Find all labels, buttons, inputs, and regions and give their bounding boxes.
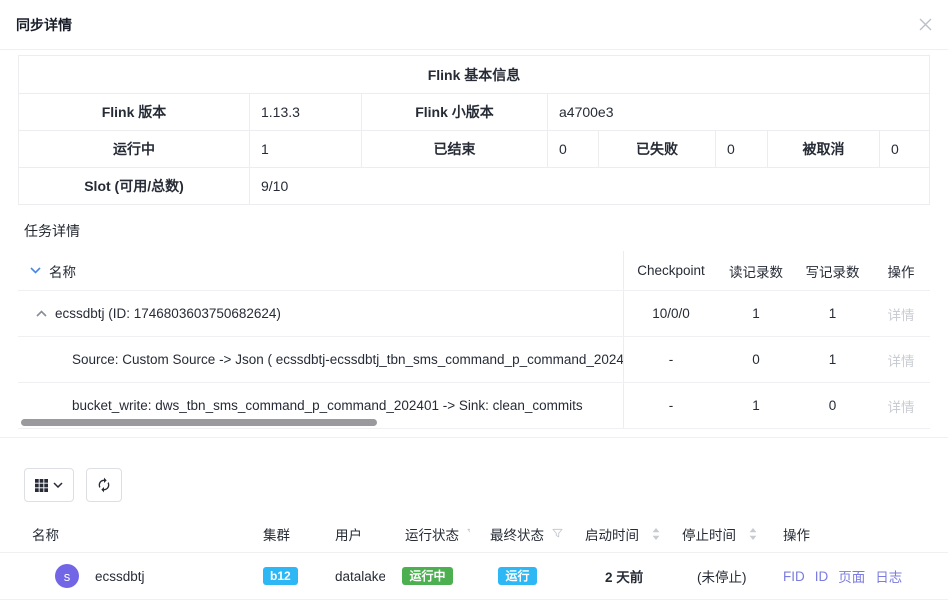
task-col-name: 名称 <box>49 261 76 281</box>
flink-version-label: Flink 版本 <box>19 94 249 130</box>
running-label: 运行中 <box>19 131 249 167</box>
job-col-final-status: 最终状态 <box>470 524 565 544</box>
detail-link[interactable]: 详情 <box>871 350 931 370</box>
task-read-count: 0 <box>718 352 794 367</box>
flink-minor-version-value: a4700e3 <box>547 94 929 130</box>
id-link[interactable]: ID <box>815 569 829 584</box>
chevron-down-icon <box>53 482 63 488</box>
task-name-header-cell: 名称 <box>18 251 623 290</box>
fid-link[interactable]: FID <box>783 569 805 584</box>
filter-icon[interactable] <box>552 528 563 539</box>
job-name: ecssdbtj <box>95 569 145 584</box>
flink-minor-version-label: Flink 小版本 <box>361 94 547 130</box>
sort-icon[interactable] <box>749 528 757 540</box>
job-table-header: 名称 集群 用户 运行状态 最终状态 启动时间 <box>0 515 948 553</box>
failed-value: 0 <box>715 131 767 167</box>
slot-label: Slot (可用/总数) <box>19 168 249 204</box>
failed-label: 已失败 <box>598 131 715 167</box>
flink-info-table: Flink 基本信息 Flink 版本 1.13.3 Flink 小版本 a47… <box>18 55 930 205</box>
refresh-button[interactable] <box>86 468 122 502</box>
table-row: s ecssdbtj b12 datalake 运行中 运行 2 天前 (未停止… <box>0 553 948 600</box>
finished-label: 已结束 <box>361 131 547 167</box>
slot-row: Slot (可用/总数) 9/10 <box>19 167 929 204</box>
task-table-header: 名称 Checkpoint 读记录数 写记录数 操作 <box>18 251 930 291</box>
task-checkpoint: 10/0/0 <box>624 306 718 321</box>
refresh-icon <box>96 477 112 493</box>
column-settings-button[interactable] <box>24 468 74 502</box>
job-col-name: 名称 <box>0 524 243 544</box>
toolbar <box>24 468 948 502</box>
job-user: datalake <box>315 569 385 584</box>
task-checkpoint: - <box>624 398 718 413</box>
task-read-count: 1 <box>718 306 794 321</box>
avatar: s <box>55 564 79 588</box>
flink-status-row: 运行中 1 已结束 0 已失败 0 被取消 0 <box>19 130 929 167</box>
task-name: Source: Custom Source -> Json ( ecssdbtj… <box>72 352 623 367</box>
job-stop-time: (未停止) <box>662 566 763 586</box>
finished-value: 0 <box>547 131 598 167</box>
flink-version-value: 1.13.3 <box>249 94 361 130</box>
detail-link[interactable]: 详情 <box>871 396 931 416</box>
close-icon[interactable] <box>919 18 932 31</box>
final-status-badge: 运行 <box>498 567 536 585</box>
log-link[interactable]: 日志 <box>875 566 902 586</box>
job-start-time: 2 天前 <box>565 566 662 586</box>
task-write-count: 1 <box>794 352 871 367</box>
task-col-action: 操作 <box>871 261 931 281</box>
task-col-read-records: 读记录数 <box>718 261 794 281</box>
task-write-count: 1 <box>794 306 871 321</box>
slot-value: 9/10 <box>249 168 929 204</box>
task-fixed-header: Checkpoint 读记录数 写记录数 操作 <box>623 251 931 290</box>
cluster-badge: b12 <box>263 567 298 585</box>
task-table: 名称 Checkpoint 读记录数 写记录数 操作 ecssdbtj (ID:… <box>18 251 930 429</box>
task-read-count: 1 <box>718 398 794 413</box>
sort-icon[interactable] <box>652 528 660 540</box>
task-write-count: 0 <box>794 398 871 413</box>
canceled-value: 0 <box>879 131 929 167</box>
task-col-checkpoint: Checkpoint <box>624 263 718 278</box>
running-value: 1 <box>249 131 361 167</box>
horizontal-scrollbar[interactable] <box>21 419 377 426</box>
task-col-write-records: 写记录数 <box>794 261 871 281</box>
page-link[interactable]: 页面 <box>838 566 865 586</box>
page-title: 同步详情 <box>16 15 72 35</box>
table-row: ecssdbtj (ID: 1746803603750682624) 10/0/… <box>18 291 930 337</box>
task-name: ecssdbtj (ID: 1746803603750682624) <box>55 306 281 321</box>
modal-header: 同步详情 <box>0 0 948 50</box>
section-divider <box>0 437 948 438</box>
job-col-start-time[interactable]: 启动时间 <box>565 524 662 544</box>
flink-info-title: Flink 基本信息 <box>19 56 929 93</box>
detail-link[interactable]: 详情 <box>871 304 931 324</box>
job-col-run-status: 运行状态 <box>385 524 470 544</box>
task-name: bucket_write: dws_tbn_sms_command_p_comm… <box>72 398 583 413</box>
job-col-action: 操作 <box>763 524 948 544</box>
flink-version-row: Flink 版本 1.13.3 Flink 小版本 a4700e3 <box>19 93 929 130</box>
run-status-badge: 运行中 <box>402 567 452 585</box>
task-checkpoint: - <box>624 352 718 367</box>
job-table: 名称 集群 用户 运行状态 最终状态 启动时间 <box>0 515 948 600</box>
chevron-down-icon[interactable] <box>30 267 41 274</box>
chevron-up-icon[interactable] <box>36 310 47 317</box>
job-col-user: 用户 <box>315 524 385 544</box>
job-col-stop-time[interactable]: 停止时间 <box>662 524 763 544</box>
grid-columns-icon <box>35 479 48 492</box>
job-col-cluster: 集群 <box>243 524 315 544</box>
flink-info-title-row: Flink 基本信息 <box>19 56 929 93</box>
task-section-title: 任务详情 <box>24 221 948 241</box>
table-row: Source: Custom Source -> Json ( ecssdbtj… <box>18 337 930 383</box>
canceled-label: 被取消 <box>767 131 879 167</box>
